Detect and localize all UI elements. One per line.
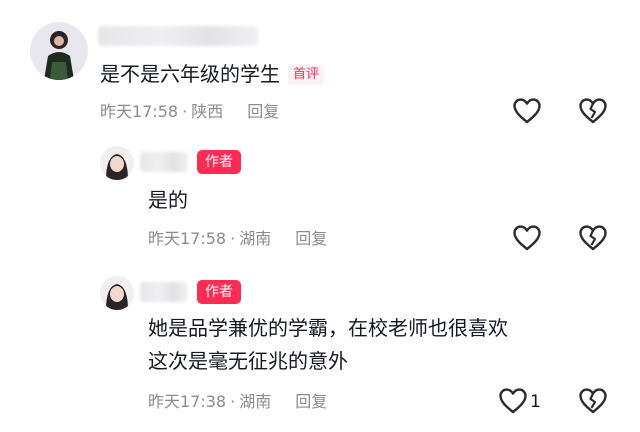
comment-meta: 昨天17:38 · 湖南 回复 <box>148 392 328 411</box>
author-avatar[interactable] <box>100 146 134 180</box>
comment-text: 是不是六年级的学生 首评 <box>100 58 325 90</box>
username-redacted[interactable] <box>140 152 188 172</box>
comment-time: 昨天17:38 <box>148 392 227 411</box>
reply-button[interactable]: 回复 <box>295 392 327 411</box>
reply-button[interactable]: 回复 <box>247 102 279 121</box>
username-redacted[interactable] <box>98 26 258 46</box>
heart-outline-icon <box>513 98 541 124</box>
like-button[interactable] <box>512 97 542 125</box>
comment-text-line-2: 这次是毫无征兆的意外 <box>148 349 348 373</box>
comment-location: 陕西 <box>191 102 224 121</box>
broken-heart-icon <box>579 98 607 124</box>
commenter-avatar[interactable] <box>30 22 88 80</box>
author-avatar[interactable] <box>100 276 134 310</box>
comment-time: 昨天17:58 <box>100 102 179 121</box>
avatar-photo <box>100 276 134 310</box>
dislike-button[interactable] <box>578 97 608 125</box>
comment-time: 昨天17:58 <box>148 229 227 248</box>
comment-meta: 昨天17:58 · 陕西 回复 <box>100 102 280 121</box>
comment-item-1: 是不是六年级的学生 首评 昨天17:58 · 陕西 回复 <box>0 0 640 140</box>
comment-text: 是的 <box>148 188 188 212</box>
dislike-button[interactable] <box>578 387 608 415</box>
dislike-button[interactable] <box>578 224 608 252</box>
comment-item-3: 作者 她是品学兼优的学霸，在校老师也很喜欢 这次是毫无征兆的意外 昨天17:38… <box>0 270 640 432</box>
heart-outline-icon <box>513 225 541 251</box>
author-badge: 作者 <box>197 280 241 304</box>
like-button[interactable] <box>498 387 528 415</box>
comment-item-2: 作者 是的 昨天17:58 · 湖南 回复 <box>0 140 640 270</box>
heart-outline-icon <box>499 388 527 414</box>
avatar-photo <box>100 146 134 180</box>
like-button[interactable] <box>512 224 542 252</box>
broken-heart-icon <box>579 225 607 251</box>
comment-meta: 昨天17:58 · 湖南 回复 <box>148 229 328 248</box>
avatar-photo <box>30 22 88 80</box>
author-badge: 作者 <box>197 150 241 174</box>
like-count: 1 <box>530 392 541 412</box>
comment-location: 湖南 <box>239 229 272 248</box>
broken-heart-icon <box>579 388 607 414</box>
username-redacted[interactable] <box>140 282 188 302</box>
first-comment-badge: 首评 <box>288 65 325 85</box>
comment-location: 湖南 <box>239 392 272 411</box>
comment-text-line-1: 她是品学兼优的学霸，在校老师也很喜欢 <box>148 316 508 340</box>
reply-button[interactable]: 回复 <box>295 229 327 248</box>
